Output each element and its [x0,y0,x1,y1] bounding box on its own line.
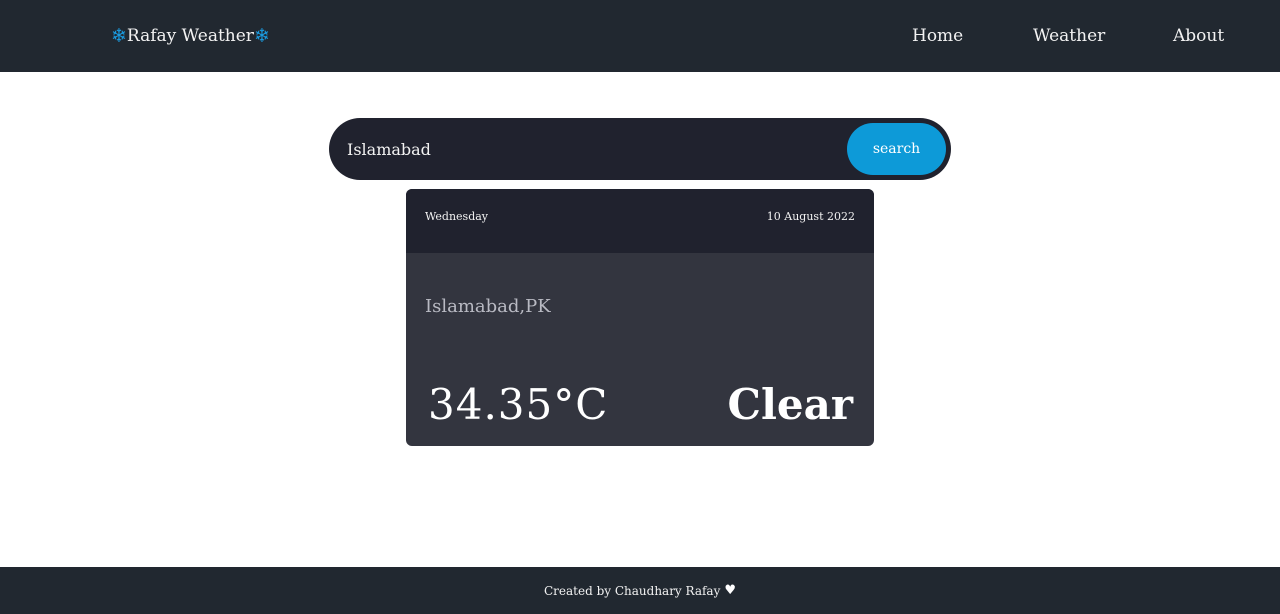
nav-link-weather[interactable]: Weather [1033,24,1105,48]
weather-card-header: Wednesday 10 August 2022 [406,189,874,253]
brand-logo[interactable]: ❄ Rafay Weather ❄ [111,24,270,48]
brand-name: Rafay Weather [126,26,254,46]
search-input[interactable] [347,118,847,180]
weather-condition: Clear [727,380,853,429]
search-bar: search [329,118,951,180]
navbar: ❄ Rafay Weather ❄ Home Weather About [0,0,1280,72]
weather-card: Wednesday 10 August 2022 Islamabad,PK 34… [406,189,874,446]
snowflake-icon: ❄ [111,25,127,47]
footer-credit: Created by Chaudhary Rafay [543,583,721,598]
footer: Created by Chaudhary Rafay ♥ [0,567,1280,614]
nav-link-about[interactable]: About [1173,24,1224,48]
heart-icon: ♥ [724,582,737,598]
search-button[interactable]: search [847,123,946,175]
page: ❄ Rafay Weather ❄ Home Weather About sea… [0,0,1280,614]
snowflake-icon: ❄ [253,25,270,47]
weather-location: Islamabad,PK [425,296,551,317]
weather-day: Wednesday [425,210,489,223]
weather-date: 10 August 2022 [766,210,855,223]
weather-temperature: 34.35°C [428,380,609,429]
nav-link-home[interactable]: Home [912,24,963,48]
